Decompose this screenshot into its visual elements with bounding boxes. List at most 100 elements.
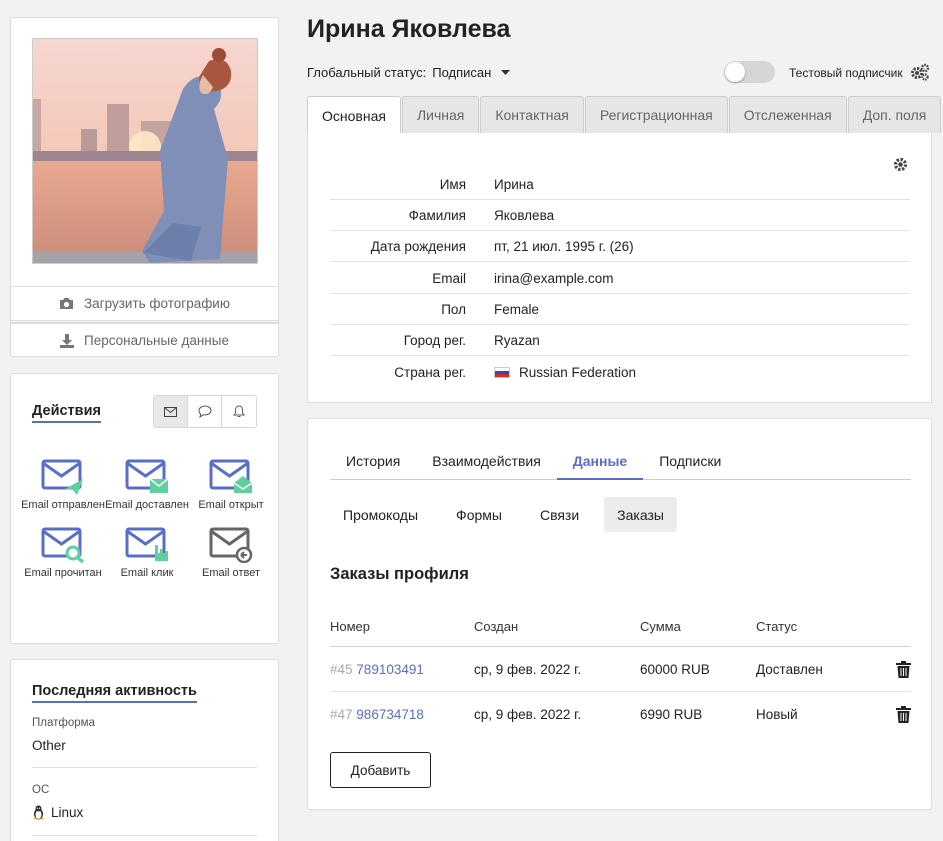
tab-subscriptions[interactable]: Подписки [643,443,737,479]
order-actions [876,706,911,723]
settings-button[interactable] [910,63,930,84]
pill-promocodes[interactable]: Промокоды [330,497,431,532]
tab-main[interactable]: Основная [307,96,401,134]
os-label: ОС [32,784,50,796]
action-label: Email ответ [202,567,260,579]
field-row-gender: Пол Female [330,294,910,325]
order-hash: #47 [330,707,353,722]
pill-links[interactable]: Связи [527,497,592,532]
tab-history[interactable]: История [330,443,416,479]
os-value: Linux [32,805,83,820]
trash-icon[interactable] [896,706,911,723]
pill-orders[interactable]: Заказы [604,497,677,532]
column-amount: Сумма [640,619,681,634]
upload-photo-button[interactable]: Загрузить фотографию [11,286,278,320]
chat-icon [197,405,212,418]
order-actions [876,660,911,678]
table-row: #47 986734718 ср, 9 фев. 2022 г. 6990 RU… [330,692,911,737]
actions-grid: Email отправлен Email доставлен Email от… [21,459,273,580]
tab-registration[interactable]: Регистрационная [584,96,728,133]
photo-card: Загрузить фотографию Персональные данные [10,17,279,357]
column-number: Номер [330,619,371,634]
tab-data[interactable]: Данные [556,443,644,480]
tab-personal[interactable]: Личная [401,96,480,133]
action-label: Email отправлен [21,499,105,511]
last-activity-card: Последняя активность Платформа Other ОС … [10,659,279,841]
action-label: Email клик [120,567,174,579]
field-value: Female [494,301,540,317]
global-status-label: Глобальный статус: [307,65,427,80]
field-value: Яковлева [494,207,555,223]
profile-name: Ирина Яковлева [307,15,511,43]
table-header: Номер Создан Сумма Статус [330,607,911,647]
personal-data-label: Персональные данные [84,333,229,348]
actions-card: Действия Email отправлен Email доставлен… [10,373,279,644]
trash-icon[interactable] [896,660,911,678]
last-activity-title: Последняя активность [32,683,197,703]
field-label: Email [432,270,466,286]
tab-extra-fields[interactable]: Доп. поля [847,96,942,133]
tab-contact[interactable]: Контактная [480,96,584,133]
section-tabs: История Взаимодействия Данные Подписки [330,443,911,480]
divider [32,835,257,836]
platform-value-text: Other [32,738,66,753]
order-link[interactable]: 986734718 [356,707,424,722]
email-opened-icon [209,459,253,493]
test-subscriber-label: Тестовый подписчик [789,66,903,80]
field-label: Город рег. [403,332,466,348]
global-status-value: Подписан [432,65,492,80]
order-link[interactable]: 789103491 [356,662,424,677]
channel-email-button[interactable] [154,396,188,427]
camera-icon [60,298,74,309]
field-row-first-name: Имя Ирина [330,169,910,200]
os-value-text: Linux [51,805,84,820]
test-subscriber-toggle[interactable] [724,61,775,83]
action-email-delivered[interactable]: Email доставлен [105,459,189,512]
field-row-email: Email irina@example.com [330,263,910,294]
global-status: Глобальный статус: Подписан [307,65,511,80]
field-row-birth-date: Дата рождения пт, 21 июл. 1995 г. (26) [330,231,910,262]
pill-forms[interactable]: Формы [443,497,515,532]
email-delivered-icon [125,459,169,493]
order-created: ср, 9 фев. 2022 г. [474,661,582,677]
channel-push-button[interactable] [222,396,256,427]
order-number: #47 986734718 [330,707,474,722]
field-label: Имя [439,176,466,192]
email-reply-icon [209,527,253,563]
orders-title: Заказы профиля [330,565,469,583]
profile-tabs: Основная Личная Контактная Регистрационн… [307,96,942,134]
add-order-button[interactable]: Добавить [330,752,431,788]
channel-chat-button[interactable] [188,396,222,427]
action-email-reply[interactable]: Email ответ [189,527,273,580]
action-label: Email открыт [198,499,264,511]
action-email-sent[interactable]: Email отправлен [21,459,105,512]
personal-data-button[interactable]: Персональные данные [11,323,278,357]
main-info-card: Имя Ирина Фамилия Яковлева Дата рождения… [307,133,932,403]
email-icon [164,406,177,417]
tab-interactions[interactable]: Взаимодействия [416,443,557,479]
action-email-opened[interactable]: Email открыт [189,459,273,512]
field-label: Фамилия [408,207,466,223]
field-label: Дата рождения [370,238,466,254]
actions-title: Действия [32,403,101,423]
platform-value: Other [32,738,66,753]
platform-label: Платформа [32,717,95,729]
tab-tracked[interactable]: Отслеженная [728,96,847,133]
bell-icon [233,405,245,417]
field-value: irina@example.com [494,270,614,286]
field-value: пт, 21 июл. 1995 г. (26) [494,238,634,254]
field-value: Ирина [494,176,534,192]
channel-switcher [153,395,257,428]
action-email-click[interactable]: Email клик [105,527,189,580]
order-created: ср, 9 фев. 2022 г. [474,707,582,722]
order-hash: #45 [330,661,353,677]
caret-down-icon [501,70,511,75]
upload-photo-label: Загрузить фотографию [84,296,230,311]
action-email-read[interactable]: Email прочитан [21,527,105,580]
action-label: Email доставлен [105,499,189,511]
order-status: Доставлен [756,661,823,677]
column-status: Статус [756,619,798,634]
global-status-dropdown[interactable]: Подписан [432,65,511,80]
order-number: #45 789103491 [330,662,474,677]
field-value: Ryazan [494,332,540,348]
